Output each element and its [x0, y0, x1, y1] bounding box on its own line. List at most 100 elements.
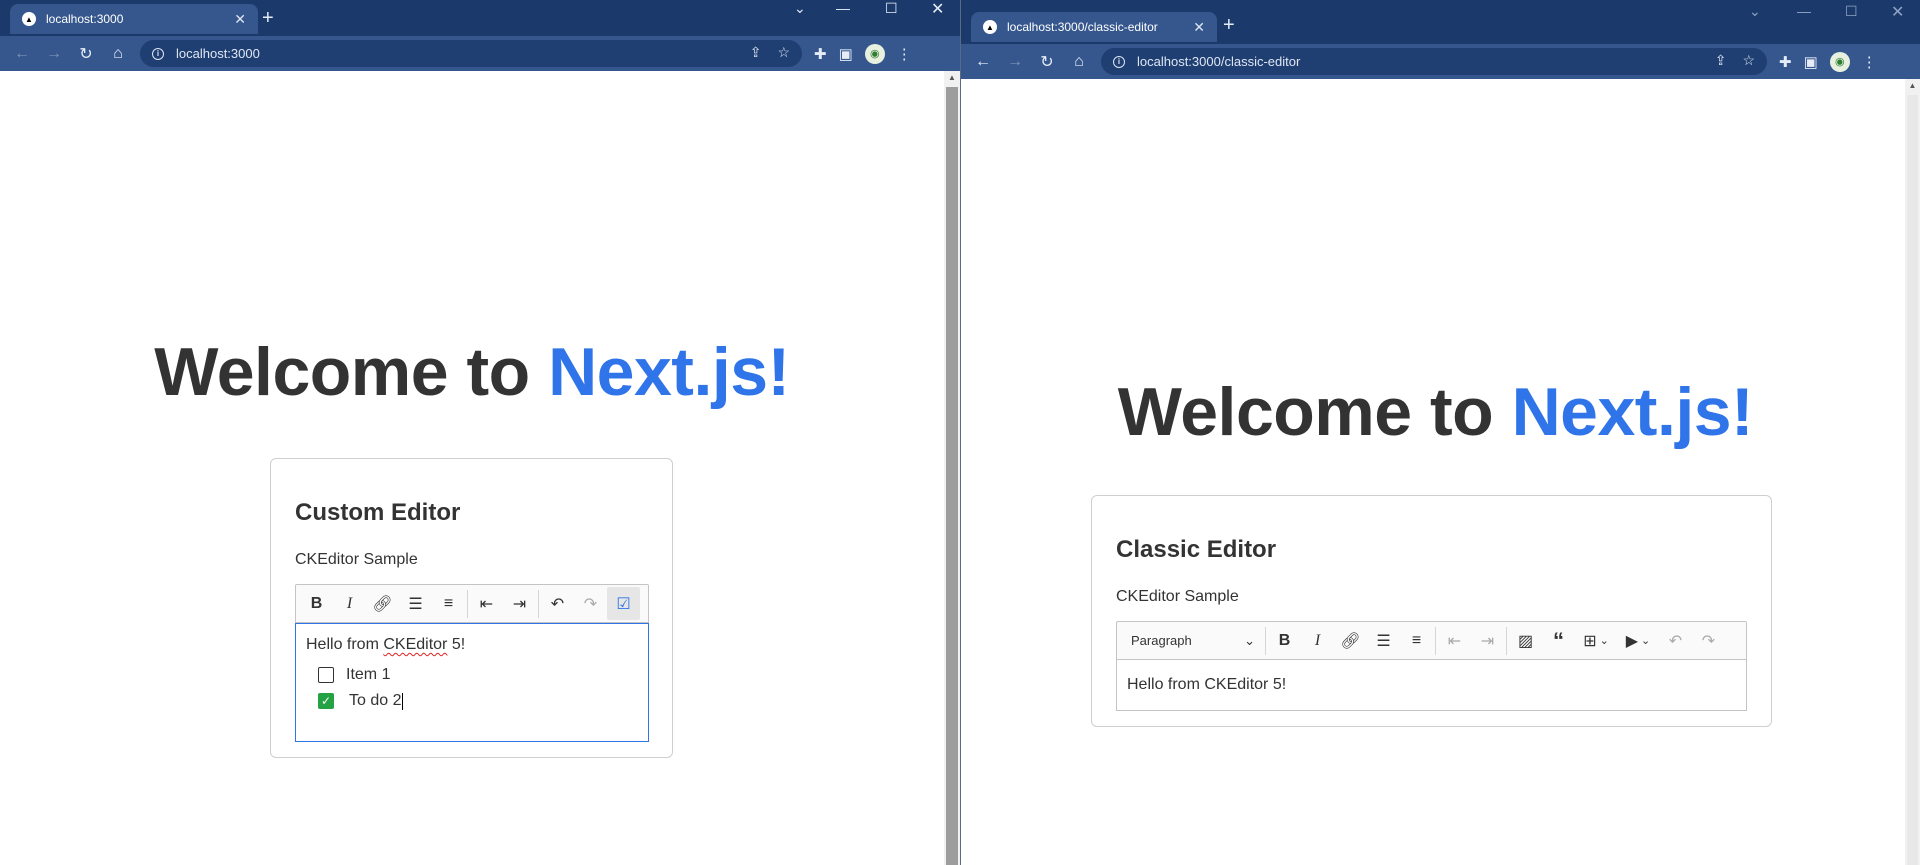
- italic-icon[interactable]: I: [1301, 624, 1334, 657]
- maximize-icon[interactable]: ☐: [885, 0, 898, 17]
- close-window-icon[interactable]: ✕: [1891, 2, 1904, 22]
- paragraph-text: 5!: [447, 636, 466, 653]
- redo-icon[interactable]: ↷: [574, 587, 607, 620]
- outdent-icon[interactable]: ⇤: [470, 587, 503, 620]
- share-icon[interactable]: ⇪: [1715, 52, 1727, 69]
- editor-paragraph: Hello from CKEditor 5!: [306, 636, 638, 654]
- todo-checkbox-checked[interactable]: ✓: [318, 693, 334, 709]
- menu-icon[interactable]: ⋮: [1862, 53, 1877, 71]
- new-tab-icon[interactable]: +: [1223, 15, 1235, 35]
- todo-list-icon[interactable]: ☑: [607, 587, 640, 620]
- chevron-down-icon: ⌄: [1244, 632, 1255, 648]
- editor-card: Custom Editor CKEditor Sample B I 🔗︎ ☰ ≡…: [270, 458, 673, 758]
- media-icon[interactable]: ▶ ⌄: [1617, 624, 1659, 657]
- link-icon[interactable]: 🔗︎: [1334, 624, 1367, 657]
- bulleted-list-icon[interactable]: ☰: [399, 587, 432, 620]
- browser-tab[interactable]: ▲ localhost:3000 ✕: [10, 4, 258, 34]
- bookmark-star-icon[interactable]: ☆: [1742, 52, 1755, 69]
- close-window-icon[interactable]: ✕: [931, 0, 944, 19]
- title-accent: Next.js!: [548, 334, 790, 410]
- toolbar-separator: [467, 589, 468, 618]
- tab-search-icon[interactable]: ⌄: [1749, 3, 1761, 20]
- back-icon[interactable]: ←: [967, 53, 999, 71]
- nav-bar: ← → ↻ ⌂ i localhost:3000/classic-editor …: [961, 44, 1920, 79]
- undo-icon[interactable]: ↶: [541, 587, 574, 620]
- undo-icon[interactable]: ↶: [1659, 624, 1692, 657]
- bookmark-star-icon[interactable]: ☆: [777, 44, 790, 61]
- browser-window-left: ▲ localhost:3000 ✕ + ⌄ — ☐ ✕ ← → ↻ ⌂ i l…: [0, 0, 960, 865]
- minimize-icon[interactable]: —: [836, 0, 850, 16]
- numbered-list-icon[interactable]: ≡: [1400, 624, 1433, 657]
- editor-toolbar: Paragraph ⌄ B I 🔗︎ ☰ ≡ ⇤ ⇥ ▨ “ ⊞⌄ ▶⌄ ↶: [1116, 621, 1747, 660]
- editor-content[interactable]: Hello from CKEditor 5!: [1116, 660, 1747, 711]
- profile-avatar[interactable]: ◉: [864, 43, 885, 64]
- italic-icon[interactable]: I: [333, 587, 366, 620]
- toolbar-separator: [1506, 626, 1507, 655]
- address-bar[interactable]: i localhost:3000/classic-editor ⇪ ☆: [1101, 48, 1767, 75]
- card-title: Custom Editor: [295, 499, 461, 526]
- redo-icon[interactable]: ↷: [1692, 624, 1725, 657]
- scroll-up-arrow-icon[interactable]: ▲: [1905, 81, 1920, 90]
- side-panel-icon[interactable]: ▣: [839, 45, 853, 63]
- heading-dropdown[interactable]: Paragraph ⌄: [1121, 624, 1263, 657]
- back-icon[interactable]: ←: [6, 45, 38, 63]
- title-bar: ▲ localhost:3000/classic-editor ✕ + ⌄ — …: [961, 0, 1920, 44]
- table-icon[interactable]: ⊞ ⌄: [1575, 624, 1617, 657]
- bold-icon[interactable]: B: [1268, 624, 1301, 657]
- title-accent: Next.js!: [1511, 374, 1754, 450]
- close-tab-icon[interactable]: ✕: [234, 11, 246, 28]
- card-subtitle: CKEditor Sample: [1116, 588, 1239, 605]
- editor-card: Classic Editor CKEditor Sample Paragraph…: [1091, 495, 1772, 727]
- site-info-icon[interactable]: i: [152, 47, 164, 60]
- numbered-list-icon[interactable]: ≡: [432, 587, 465, 620]
- forward-icon[interactable]: →: [38, 45, 70, 63]
- extensions-icon[interactable]: ✚: [1779, 53, 1792, 71]
- indent-icon[interactable]: ⇥: [503, 587, 536, 620]
- tab-search-icon[interactable]: ⌄: [794, 0, 806, 17]
- scrollbar[interactable]: ▲: [944, 71, 960, 865]
- nav-bar: ← → ↻ ⌂ i localhost:3000 ⇪ ☆ ✚ ▣ ◉ ⋮: [0, 36, 960, 71]
- link-icon[interactable]: 🔗︎: [366, 587, 399, 620]
- page-title: Welcome to Next.js!: [0, 333, 960, 411]
- side-panel-icon[interactable]: ▣: [1804, 53, 1818, 71]
- outdent-icon[interactable]: ⇤: [1438, 624, 1471, 657]
- share-icon[interactable]: ⇪: [750, 44, 762, 61]
- browser-window-right: ▲ localhost:3000/classic-editor ✕ + ⌄ — …: [960, 0, 1920, 865]
- reload-icon[interactable]: ↻: [1031, 52, 1063, 72]
- browser-tab[interactable]: ▲ localhost:3000/classic-editor ✕: [971, 12, 1217, 42]
- editor-content[interactable]: Hello from CKEditor 5! Item 1 ✓ To do 2: [295, 623, 649, 742]
- site-info-icon[interactable]: i: [1113, 55, 1125, 68]
- address-bar[interactable]: i localhost:3000 ⇪ ☆: [140, 40, 802, 67]
- url-text: localhost:3000/classic-editor: [1137, 54, 1301, 69]
- profile-avatar[interactable]: ◉: [1829, 51, 1850, 72]
- scrollbar-thumb[interactable]: [946, 87, 958, 865]
- heading-dropdown-value: Paragraph: [1131, 633, 1192, 648]
- ckeditor: B I 🔗︎ ☰ ≡ ⇤ ⇥ ↶ ↷ ☑ Hello from CKEditor…: [295, 584, 649, 742]
- forward-icon[interactable]: →: [999, 53, 1031, 71]
- reload-icon[interactable]: ↻: [70, 44, 102, 64]
- toolbar-separator: [1265, 626, 1266, 655]
- new-tab-icon[interactable]: +: [262, 8, 274, 28]
- maximize-icon[interactable]: ☐: [1845, 3, 1858, 20]
- minimize-icon[interactable]: —: [1797, 3, 1811, 19]
- scroll-up-arrow-icon[interactable]: ▲: [944, 73, 960, 82]
- extensions-icon[interactable]: ✚: [814, 45, 827, 63]
- editor-paragraph: Hello from CKEditor 5!: [1127, 676, 1287, 693]
- nextjs-favicon-icon: ▲: [983, 20, 997, 34]
- indent-icon[interactable]: ⇥: [1471, 624, 1504, 657]
- ckeditor: Paragraph ⌄ B I 🔗︎ ☰ ≡ ⇤ ⇥ ▨ “ ⊞⌄ ▶⌄ ↶: [1116, 621, 1747, 711]
- close-tab-icon[interactable]: ✕: [1193, 19, 1205, 36]
- scrollbar-thumb[interactable]: [1907, 95, 1918, 865]
- home-icon[interactable]: ⌂: [1063, 53, 1095, 71]
- scrollbar[interactable]: ▲: [1905, 79, 1920, 865]
- todo-checkbox[interactable]: [318, 667, 334, 683]
- menu-icon[interactable]: ⋮: [897, 45, 912, 63]
- image-icon[interactable]: ▨: [1509, 624, 1542, 657]
- tab-title: localhost:3000: [46, 12, 124, 26]
- home-icon[interactable]: ⌂: [102, 45, 134, 63]
- blockquote-icon[interactable]: “: [1542, 624, 1575, 657]
- bold-icon[interactable]: B: [300, 587, 333, 620]
- chevron-down-icon: ⌄: [1599, 635, 1609, 647]
- bulleted-list-icon[interactable]: ☰: [1367, 624, 1400, 657]
- tab-title: localhost:3000/classic-editor: [1007, 20, 1158, 34]
